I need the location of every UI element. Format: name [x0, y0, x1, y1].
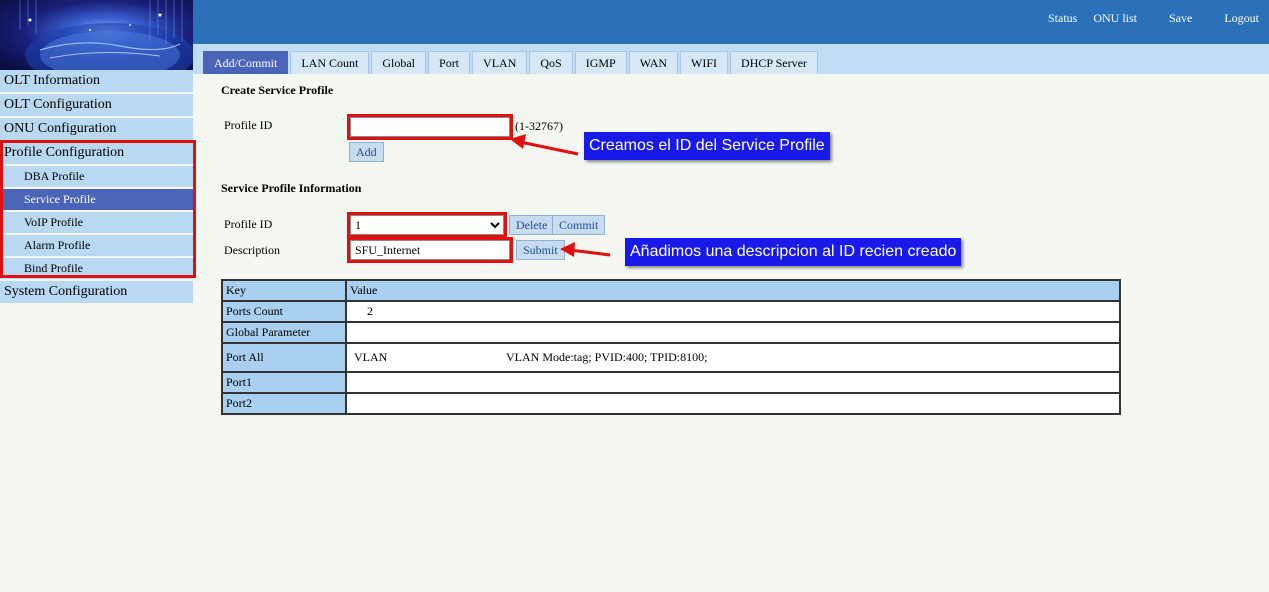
logout-link[interactable]: Logout [1224, 11, 1259, 26]
tab-lan-count[interactable]: LAN Count [290, 51, 370, 74]
table-cell-value: 2 [345, 300, 1121, 323]
table-row-port-all: Port All VLAN VLAN Mode:tag; PVID:400; TP… [221, 342, 1121, 373]
table-cell-key: Port1 [221, 371, 347, 394]
profile-id-input[interactable] [350, 117, 510, 137]
top-header: Status ONU list Save Logout [193, 0, 1269, 44]
nav-bind-profile[interactable]: Bind Profile [0, 258, 193, 279]
nav-system-configuration[interactable]: System Configuration [0, 281, 193, 303]
tab-qos[interactable]: QoS [529, 51, 573, 74]
nav-voip-profile[interactable]: VoIP Profile [0, 212, 193, 233]
info-section-title: Service Profile Information [221, 181, 362, 195]
status-link[interactable]: Status [1048, 11, 1077, 26]
table-cell-value [345, 392, 1121, 415]
table-header-value: Value [345, 279, 1121, 302]
callout-create-id: Creamos el ID del Service Profile [584, 132, 830, 160]
profile-id-select[interactable]: 1 [350, 215, 504, 235]
port-all-vlan-label: VLAN [354, 350, 388, 364]
nav-dba-profile[interactable]: DBA Profile [0, 166, 193, 187]
nav-olt-information[interactable]: OLT Information [0, 70, 193, 92]
delete-button[interactable]: Delete [509, 215, 555, 235]
nav-onu-configuration[interactable]: ONU Configuration [0, 118, 193, 140]
main-content: ForoISP Create Service Profile Profile I… [193, 74, 1269, 592]
onu-list-link[interactable]: ONU list [1093, 11, 1137, 26]
port-all-vlan-detail: VLAN Mode:tag; PVID:400; TPID:8100; [506, 350, 708, 364]
table-cell-value: VLAN VLAN Mode:tag; PVID:400; TPID:8100; [345, 342, 1121, 373]
nav-service-profile[interactable]: Service Profile [0, 189, 193, 210]
top-links: Status ONU list Save Logout [1048, 11, 1259, 26]
callout-add-description: Añadimos una descripcion al ID recien cr… [625, 238, 962, 266]
add-button[interactable]: Add [349, 142, 384, 162]
tab-igmp[interactable]: IGMP [574, 51, 627, 74]
profile-configuration-group: Profile Configuration DBA Profile Servic… [0, 140, 196, 279]
left-nav: OLT Information OLT Configuration ONU Co… [0, 70, 196, 305]
arrow-icon-callout-1 [510, 134, 579, 156]
globe-image [19, 0, 193, 70]
nav-alarm-profile[interactable]: Alarm Profile [0, 235, 193, 256]
table-row-port1: Port1 [221, 371, 1121, 394]
nav-profile-configuration[interactable]: Profile Configuration [0, 142, 193, 164]
table-header-key: Key [221, 279, 347, 302]
commit-button[interactable]: Commit [552, 215, 606, 235]
table-cell-key: Ports Count [221, 300, 347, 323]
info-profile-id-label: Profile ID [224, 217, 273, 231]
tab-list: Add/Commit LAN Count Global Port VLAN Qo… [203, 51, 820, 74]
description-label: Description [224, 243, 280, 257]
table-cell-key: Port All [221, 342, 347, 373]
tab-port[interactable]: Port [428, 51, 471, 74]
table-cell-value [345, 371, 1121, 394]
table-cell-value [345, 321, 1121, 344]
table-cell-key: Global Parameter [221, 321, 347, 344]
table-row-global-parameter: Global Parameter [221, 321, 1121, 344]
table-header-row: Key Value [221, 279, 1121, 302]
arrow-icon-callout-2 [560, 242, 611, 257]
tab-wifi[interactable]: WIFI [680, 51, 729, 74]
tab-wan[interactable]: WAN [628, 51, 679, 74]
create-profile-id-label: Profile ID [224, 118, 273, 132]
nav-olt-configuration[interactable]: OLT Configuration [0, 94, 193, 116]
tab-bar: Add/Commit LAN Count Global Port VLAN Qo… [193, 44, 1269, 74]
table-row-ports-count: Ports Count 2 [221, 300, 1121, 323]
tab-vlan[interactable]: VLAN [472, 51, 528, 74]
logo-globe-banner [0, 0, 193, 70]
tab-dhcp-server[interactable]: DHCP Server [730, 51, 818, 74]
tab-add-commit[interactable]: Add/Commit [203, 51, 289, 74]
service-profile-info-table: Key Value Ports Count 2 Global Parameter… [221, 279, 1121, 415]
tab-global[interactable]: Global [371, 51, 427, 74]
description-input[interactable] [350, 240, 510, 260]
create-section-title: Create Service Profile [221, 83, 334, 97]
table-cell-key: Port2 [221, 392, 347, 415]
table-row-port2: Port2 [221, 392, 1121, 415]
save-link[interactable]: Save [1169, 11, 1192, 26]
